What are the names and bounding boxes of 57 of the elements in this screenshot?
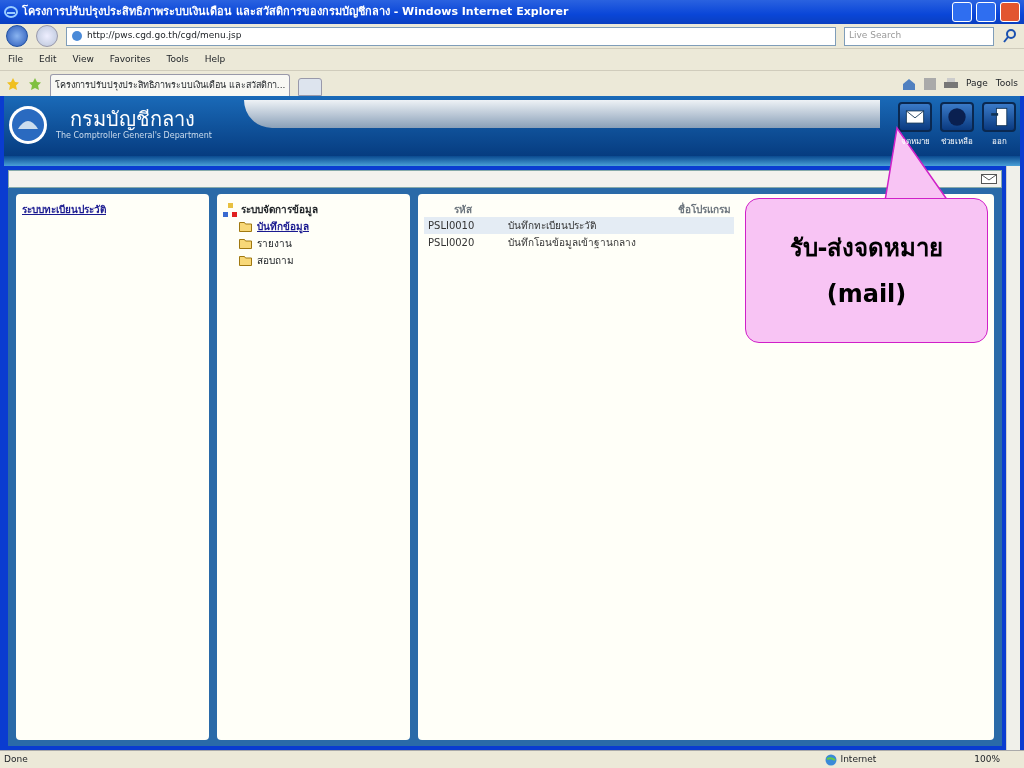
tree-root: ระบบจัดการข้อมูล xyxy=(241,203,318,217)
emblem-icon xyxy=(8,105,48,145)
menu-item[interactable]: Favorites xyxy=(109,52,151,67)
toolbar-menu[interactable]: Tools xyxy=(995,76,1018,91)
program-name: บันทึกโอนข้อมูลเข้าฐานกลาง xyxy=(508,236,636,250)
help-button[interactable] xyxy=(940,102,974,132)
minimize-button[interactable] xyxy=(952,2,972,22)
address-field[interactable]: http://pws.cgd.go.th/cgd/menu.jsp xyxy=(66,26,836,46)
zoom-level[interactable]: 100% xyxy=(974,752,1000,767)
program-name: บันทึกทะเบียนประวัติ xyxy=(508,219,596,233)
column-header: ชื่อโปรแกรม xyxy=(678,202,731,217)
menu-item[interactable]: File xyxy=(8,52,24,67)
security-zone: Internet xyxy=(840,752,877,766)
ie-logo-icon xyxy=(4,5,18,19)
star-icon[interactable] xyxy=(6,76,20,91)
tree-item[interactable]: สอบถาม xyxy=(257,253,294,268)
menu-item[interactable]: View xyxy=(72,52,94,67)
table-row[interactable]: PSLI0010 บันทึกทะเบียนประวัติ xyxy=(424,217,734,234)
new-tab-button[interactable] xyxy=(298,78,323,96)
forward-button[interactable] xyxy=(36,25,58,47)
button-label: ออก xyxy=(991,136,1007,148)
folder-icon xyxy=(239,238,253,249)
folder-icon xyxy=(239,221,253,232)
program-code: PSLI0010 xyxy=(428,219,476,233)
tree-item[interactable]: บันทึกข้อมูล xyxy=(257,219,309,234)
back-button[interactable] xyxy=(6,25,28,47)
callout-text: รับ-ส่งจดหมาย xyxy=(788,232,945,264)
exit-button[interactable] xyxy=(982,102,1016,132)
system-link[interactable]: ระบบทะเบียนประวัติ xyxy=(22,202,106,217)
hierarchy-icon xyxy=(223,202,237,217)
menu-item[interactable]: Tools xyxy=(166,52,189,67)
envelope-icon[interactable] xyxy=(981,174,997,184)
home-icon[interactable] xyxy=(902,76,917,91)
printer-icon[interactable] xyxy=(944,77,959,90)
feed-icon[interactable] xyxy=(924,77,937,90)
folder-icon xyxy=(239,255,253,266)
scrollbar[interactable] xyxy=(1006,166,1020,750)
page-icon xyxy=(71,30,83,42)
close-button[interactable] xyxy=(1000,2,1020,22)
toolbar-menu[interactable]: Page xyxy=(966,76,988,91)
table-row[interactable]: PSLI0020 บันทึกโอนข้อมูลเข้าฐานกลาง xyxy=(424,234,734,251)
department-subtitle: The Comptroller General's Department xyxy=(56,130,212,142)
maximize-button[interactable] xyxy=(976,2,996,22)
program-code: PSLI0020 xyxy=(428,236,476,250)
status-text: Done xyxy=(4,752,28,766)
window-title: โครงการปรับปรุงประสิทธิภาพระบบเงินเดือน และสวัสดิการของกรมบัญชีกลาง - Windows Internet Explorer xyxy=(22,3,569,20)
search-icon[interactable] xyxy=(1002,28,1018,44)
column-header: รหัส xyxy=(453,203,473,217)
department-title: กรมบัญชีกลาง xyxy=(70,108,195,130)
browser-tab[interactable]: โครงการปรับปรุงประสิทธิภาพระบบเงินเดือน และสวัสดิกา... xyxy=(50,74,291,96)
globe-icon xyxy=(824,753,837,766)
menu-item[interactable]: Edit xyxy=(39,52,57,67)
mail-button[interactable] xyxy=(898,102,932,132)
tree-item[interactable]: รายงาน xyxy=(257,236,292,251)
callout-text: (mail) xyxy=(825,278,908,310)
button-label: ช่วยเหลือ xyxy=(941,136,973,148)
menu-item[interactable]: Help xyxy=(204,52,226,67)
